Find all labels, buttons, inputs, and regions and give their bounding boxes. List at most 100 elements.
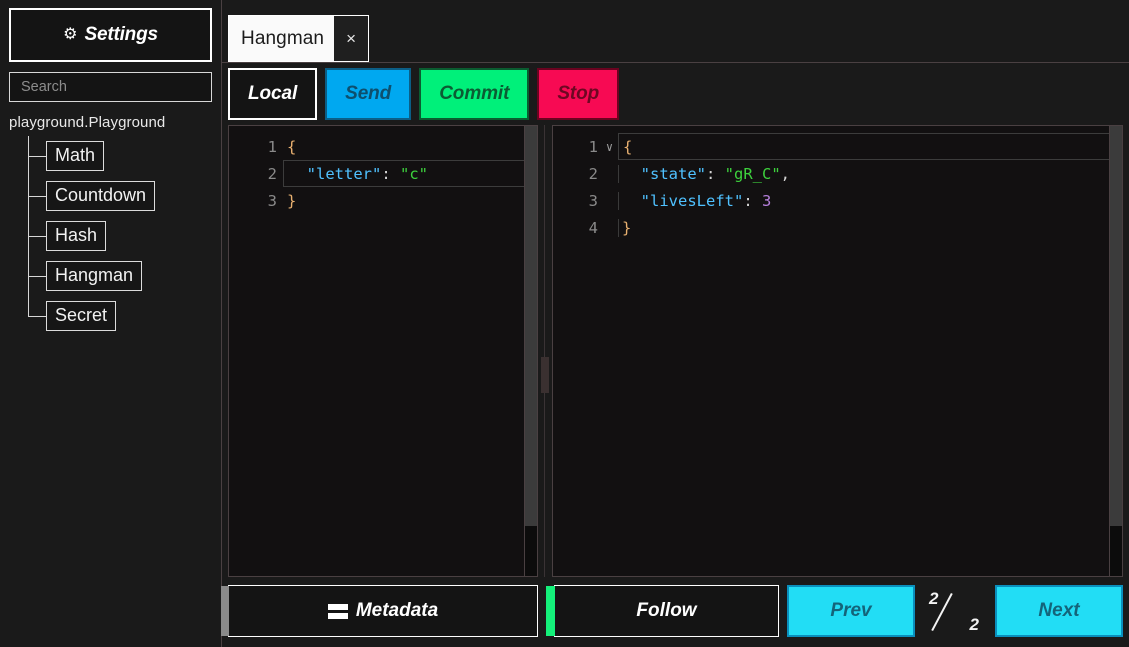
indent-guide bbox=[618, 218, 619, 237]
indent-guide bbox=[618, 191, 619, 210]
tree-node-label[interactable]: Hangman bbox=[46, 260, 143, 292]
follow-accent bbox=[546, 586, 555, 636]
request-code[interactable]: 1{2 "letter": "c" 3} bbox=[229, 126, 537, 576]
tree-node-hangman[interactable]: Hangman bbox=[28, 256, 221, 296]
metadata-accent bbox=[221, 586, 229, 636]
project-tree: Math Countdown Hash Hangman Secret bbox=[0, 136, 221, 336]
code-token: : bbox=[706, 164, 725, 183]
chevron-down-icon[interactable]: ∨ bbox=[601, 141, 618, 153]
editor-splitter[interactable] bbox=[538, 125, 552, 577]
next-button[interactable]: Next bbox=[995, 585, 1123, 637]
main-panel: Hangman × Local Send Commit Stop 1{2 "le… bbox=[221, 0, 1129, 647]
tab-label: Hangman bbox=[241, 27, 325, 49]
response-scrollbar[interactable] bbox=[1109, 126, 1122, 576]
response-editor[interactable]: 1 ∨{2 "state": "gR_C", 3 "livesLeft": 3 4} bbox=[552, 125, 1123, 577]
pager: 2 2 bbox=[923, 585, 987, 637]
tree-node-label[interactable]: Secret bbox=[46, 300, 117, 332]
local-button[interactable]: Local bbox=[228, 68, 318, 120]
sidebar: ⚙ Settings playground.Playground Math Co… bbox=[0, 0, 221, 647]
code-line[interactable]: 2 "letter": "c" bbox=[229, 160, 537, 187]
code-token: } bbox=[622, 218, 632, 237]
bottom-bar: Metadata Follow Prev 2 2 Next bbox=[221, 577, 1129, 647]
tree-branch-line bbox=[28, 156, 46, 157]
tab-hangman[interactable]: Hangman × bbox=[228, 15, 370, 62]
prev-button[interactable]: Prev bbox=[787, 585, 915, 637]
scrollbar-track bbox=[525, 126, 537, 526]
response-code[interactable]: 1 ∨{2 "state": "gR_C", 3 "livesLeft": 3 4} bbox=[553, 126, 1122, 576]
code-line[interactable]: 3} bbox=[229, 187, 537, 214]
settings-button[interactable]: ⚙ Settings bbox=[9, 8, 212, 62]
indent-guide bbox=[618, 164, 619, 183]
code-token: { bbox=[623, 137, 633, 156]
code-line[interactable]: 3 "livesLeft": 3 bbox=[553, 187, 1122, 214]
scrollbar-thumb[interactable] bbox=[525, 526, 537, 576]
tree-root-label: playground.Playground bbox=[9, 114, 166, 131]
tree-node-secret[interactable]: Secret bbox=[28, 296, 221, 336]
settings-button-label: Settings bbox=[84, 24, 158, 45]
follow-button[interactable]: Follow bbox=[546, 585, 779, 637]
pager-current: 2 bbox=[929, 589, 939, 608]
splitter-line bbox=[544, 125, 545, 577]
metadata-label: Metadata bbox=[355, 600, 439, 621]
search-input[interactable] bbox=[21, 79, 200, 95]
gear-icon: ⚙ bbox=[63, 26, 78, 43]
code-text[interactable]: "livesLeft": 3 bbox=[618, 191, 1122, 210]
tree-branch-line bbox=[28, 236, 46, 237]
code-token: "gR_C" bbox=[724, 164, 781, 183]
code-token: "state" bbox=[622, 164, 706, 183]
request-editor[interactable]: 1{2 "letter": "c" 3} bbox=[228, 125, 538, 577]
editor-area: 1{2 "letter": "c" 3} 1 ∨{2 "state": "gR_C"… bbox=[222, 125, 1129, 577]
tab-strip: Hangman × bbox=[222, 0, 1129, 63]
code-line[interactable]: 2 "state": "gR_C", bbox=[553, 160, 1122, 187]
code-token: { bbox=[287, 137, 297, 156]
code-text[interactable]: } bbox=[618, 218, 1122, 237]
line-number: 3 bbox=[267, 191, 277, 210]
line-number: 1 bbox=[588, 137, 598, 156]
metadata-button[interactable]: Metadata bbox=[221, 585, 538, 637]
code-line[interactable]: 1 ∨ { bbox=[553, 133, 1122, 160]
request-scrollbar[interactable] bbox=[524, 126, 537, 576]
line-number: 4 bbox=[588, 218, 598, 237]
code-line[interactable]: 1{ bbox=[229, 133, 537, 160]
code-token: , bbox=[780, 164, 791, 183]
line-number: 2 bbox=[267, 164, 277, 183]
tree-node-label[interactable]: Hash bbox=[46, 220, 107, 252]
code-token: "letter" bbox=[288, 164, 382, 183]
action-toolbar: Local Send Commit Stop bbox=[222, 63, 1129, 125]
code-text[interactable]: } bbox=[283, 192, 537, 210]
code-token: "c" bbox=[400, 164, 428, 183]
scrollbar-track bbox=[1110, 126, 1122, 526]
tree-node-hash[interactable]: Hash bbox=[28, 216, 221, 256]
tree-node-countdown[interactable]: Countdown bbox=[28, 176, 221, 216]
tree-branch-line bbox=[28, 196, 46, 197]
code-token: "livesLeft" bbox=[622, 191, 744, 210]
stacked-bars-icon bbox=[327, 603, 348, 619]
tree-branch-line bbox=[28, 276, 46, 277]
search-box[interactable] bbox=[9, 72, 212, 102]
follow-label: Follow bbox=[636, 600, 697, 621]
line-number: 1 bbox=[267, 137, 277, 156]
scrollbar-thumb[interactable] bbox=[1110, 526, 1122, 576]
code-token: : bbox=[381, 164, 400, 183]
code-token: : bbox=[743, 191, 762, 210]
tree-node-label[interactable]: Countdown bbox=[46, 180, 156, 212]
send-button[interactable]: Send bbox=[325, 68, 412, 120]
close-icon[interactable]: × bbox=[334, 16, 369, 61]
commit-button[interactable]: Commit bbox=[419, 68, 530, 120]
app-root: ⚙ Settings playground.Playground Math Co… bbox=[0, 0, 1129, 647]
tree-node-label[interactable]: Math bbox=[46, 140, 105, 172]
tree-branch-line bbox=[28, 316, 46, 317]
code-text[interactable]: { bbox=[283, 138, 537, 156]
code-text[interactable]: { bbox=[618, 133, 1120, 160]
line-number: 2 bbox=[588, 164, 598, 183]
pager-total: 2 bbox=[969, 615, 979, 634]
code-line[interactable]: 4} bbox=[553, 214, 1122, 241]
code-text[interactable]: "state": "gR_C", bbox=[618, 164, 1122, 183]
code-token: } bbox=[287, 191, 297, 210]
tree-node-math[interactable]: Math bbox=[28, 136, 221, 176]
splitter-grip[interactable] bbox=[541, 357, 549, 393]
line-number: 3 bbox=[588, 191, 598, 210]
code-text[interactable]: "letter": "c" bbox=[283, 160, 535, 187]
stop-button[interactable]: Stop bbox=[537, 68, 620, 120]
code-token: 3 bbox=[762, 191, 772, 210]
